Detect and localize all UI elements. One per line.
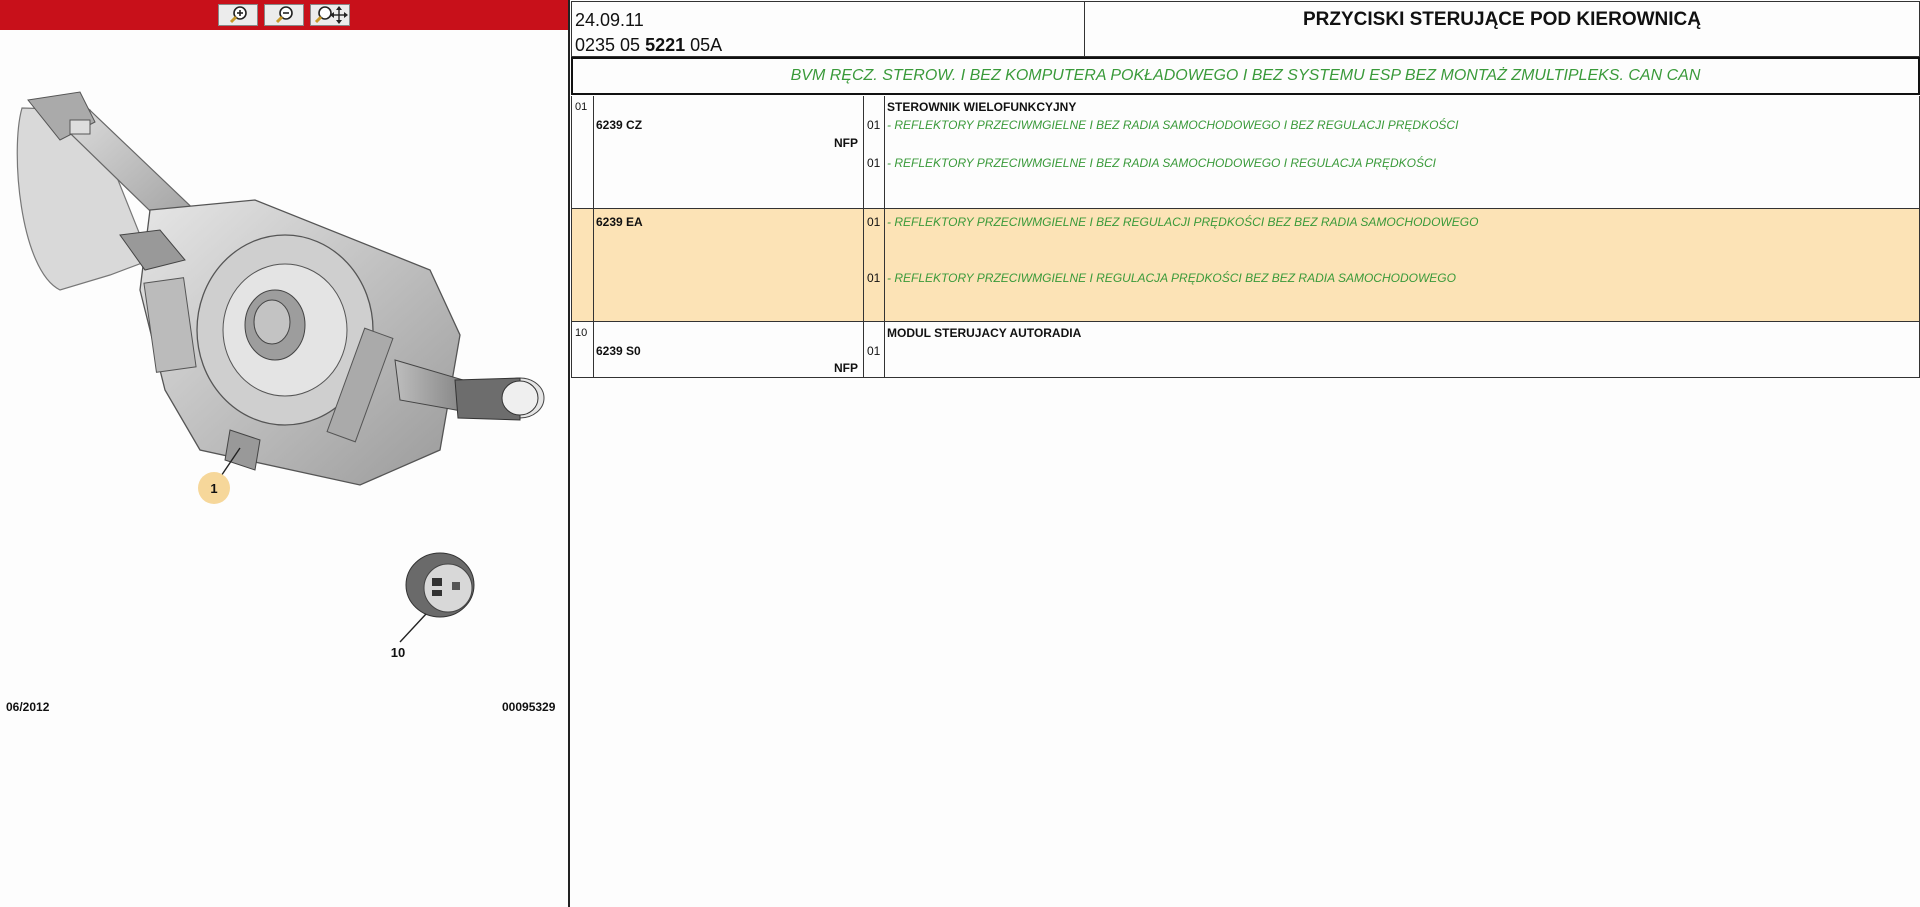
row-index: 01 bbox=[575, 101, 588, 113]
switch-body bbox=[119, 199, 461, 486]
radio-control-module bbox=[405, 552, 475, 618]
catalog-date: 24.09.11 bbox=[575, 10, 644, 30]
diagram-image-code: 00095329 bbox=[502, 700, 556, 714]
diagram-panel: 1 10 06/2012 00095329 bbox=[0, 0, 570, 907]
ref-prefix: 0235 05 bbox=[575, 35, 646, 55]
table-row[interactable]: 10 6239 S0 NFP MODUL STERUJACY AUTORADIA… bbox=[571, 322, 1920, 378]
pan-zoom-icon bbox=[314, 6, 348, 24]
quantity: 01 bbox=[867, 271, 881, 285]
nfp-label: NFP bbox=[834, 136, 858, 150]
ref-bold: 5221 bbox=[645, 35, 686, 55]
part-number[interactable]: 6239 EA bbox=[596, 215, 643, 229]
parts-header: 24.09.11 0235 05 5221 05A PRZYCISKI STER… bbox=[571, 1, 1920, 58]
variant-banner: BVM RĘCZ. STEROW. I BEZ KOMPUTERA POKŁAD… bbox=[571, 57, 1920, 95]
quantity: 01 bbox=[867, 118, 881, 132]
quantity: 01 bbox=[867, 156, 881, 170]
part-description: - REFLEKTORY PRZECIWMGIELNE I BEZ REGULA… bbox=[887, 215, 1479, 229]
quantity: 01 bbox=[867, 215, 881, 229]
zoom-out-button[interactable] bbox=[264, 4, 304, 26]
nfp-label: NFP bbox=[834, 361, 858, 375]
page-title: PRZYCISKI STERUJĄCE POD KIEROWNICĄ bbox=[1303, 9, 1701, 30]
table-row-highlighted[interactable]: 6239 EA 01 - REFLEKTORY PRZECIWMGIELNE I… bbox=[571, 209, 1920, 322]
quantity: 01 bbox=[867, 344, 881, 358]
callout-10-label: 10 bbox=[391, 645, 405, 660]
catalog-reference: 0235 05 5221 05A bbox=[575, 35, 722, 56]
part-name: STEROWNIK WIELOFUNKCYJNY bbox=[887, 100, 1077, 114]
row-index: 10 bbox=[575, 327, 588, 339]
pan-zoom-button[interactable] bbox=[310, 4, 350, 26]
part-description: - REFLEKTORY PRZECIWMGIELNE I REGULACJA … bbox=[887, 271, 1456, 285]
callout-1-label: 1 bbox=[210, 481, 217, 496]
part-number[interactable]: 6239 CZ bbox=[596, 118, 642, 132]
part-description: - REFLEKTORY PRZECIWMGIELNE I BEZ RADIA … bbox=[887, 118, 1459, 132]
steering-switch-diagram[interactable]: 1 10 bbox=[0, 30, 568, 730]
part-number[interactable]: 6239 S0 bbox=[596, 344, 641, 358]
part-description: - REFLEKTORY PRZECIWMGIELNE I BEZ RADIA … bbox=[887, 156, 1436, 170]
ref-suffix: 05A bbox=[685, 35, 723, 55]
zoom-in-button[interactable] bbox=[218, 4, 258, 26]
zoom-out-icon bbox=[275, 6, 293, 24]
part-name: MODUL STERUJACY AUTORADIA bbox=[887, 326, 1082, 340]
diagram-date-code: 06/2012 bbox=[6, 700, 50, 714]
table-row[interactable]: 01 6239 CZ NFP STEROWNIK WIELOFUNKCYJNY … bbox=[571, 96, 1920, 209]
diagram-toolbar bbox=[0, 0, 568, 30]
zoom-in-icon bbox=[229, 6, 247, 24]
parts-panel: 24.09.11 0235 05 5221 05A PRZYCISKI STER… bbox=[571, 0, 1920, 907]
